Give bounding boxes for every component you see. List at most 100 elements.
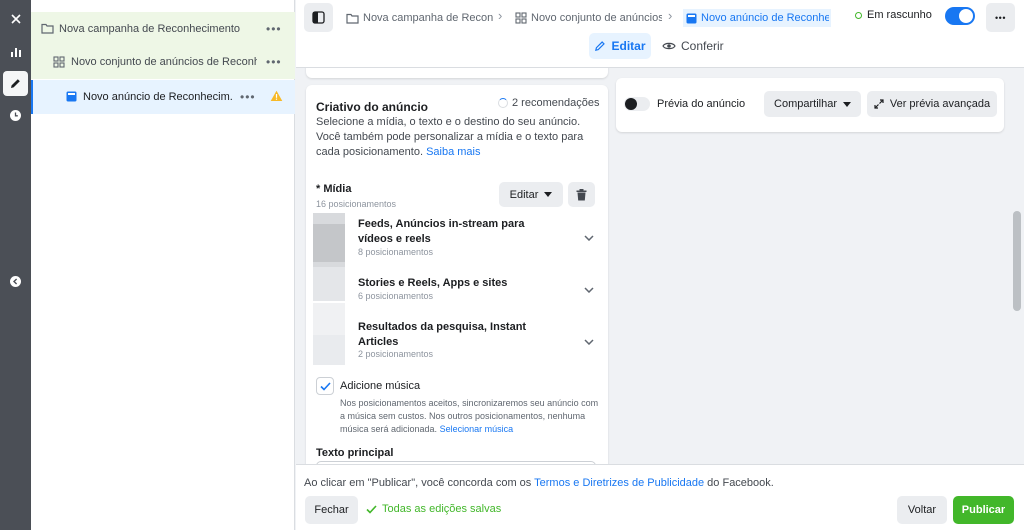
media-thumbnail	[313, 303, 345, 335]
tab-review[interactable]: Conferir	[662, 33, 724, 59]
breadcrumb-adset[interactable]: Novo conjunto de anúncios c	[515, 9, 662, 27]
chevron-down-icon[interactable]	[584, 230, 594, 244]
publish-button[interactable]: Publicar	[953, 496, 1014, 524]
advanced-preview-label: Ver prévia avançada	[889, 98, 991, 110]
breadcrumb-label: Novo anúncio de Reconhecir	[701, 12, 829, 24]
editor-content: Criativo do anúncio 2 recomendações Sele…	[296, 68, 1024, 464]
delete-media-button[interactable]	[568, 182, 595, 207]
expand-icon	[874, 99, 884, 109]
terms-note: Ao clicar em "Publicar", você concorda c…	[304, 477, 774, 489]
status-label: Em rascunho	[867, 9, 932, 21]
tab-review-label: Conferir	[681, 39, 724, 53]
more-options-button[interactable]: •••	[986, 3, 1015, 32]
terms-prefix: Ao clicar em "Publicar", você concorda c…	[304, 477, 535, 489]
terms-link[interactable]: Termos e Diretrizes de Publicidade	[534, 477, 704, 489]
tree-item-adset[interactable]: Novo conjunto de anúncios de Reconh... •…	[31, 45, 295, 79]
chevron-down-icon[interactable]	[584, 334, 594, 348]
music-description: Nos posicionamentos aceitos, sincronizar…	[340, 397, 602, 436]
advanced-preview-button[interactable]: Ver prévia avançada	[867, 91, 997, 117]
breadcrumb-ad[interactable]: Novo anúncio de Reconhecir	[683, 9, 831, 27]
clock-icon[interactable]	[3, 103, 28, 128]
eye-icon	[662, 42, 676, 50]
terms-suffix: do Facebook.	[704, 477, 774, 489]
tab-edit-label: Editar	[611, 39, 646, 53]
ad-icon	[686, 13, 697, 23]
caret-down-icon	[842, 101, 851, 107]
footer-bar: Ao clicar em "Publicar", você concorda c…	[296, 464, 1024, 530]
tree-item-label: Novo anúncio de Reconhecim...	[83, 91, 233, 103]
recommendations-link[interactable]: 2 recomendações	[498, 97, 599, 109]
share-button[interactable]: Compartilhar	[764, 91, 861, 117]
caret-down-icon	[544, 192, 553, 197]
checkmark-icon	[366, 504, 377, 514]
media-thumbnail	[313, 335, 345, 365]
placement-count: 6 posicionamentos	[358, 291, 434, 301]
placement-title: Feeds, Anúncios in-stream para vídeos e …	[358, 218, 525, 245]
breadcrumb-label: Nova campanha de Reconhe	[363, 12, 493, 24]
tree-item-campaign[interactable]: Nova campanha de Reconhecimento •••	[31, 12, 295, 46]
saved-label: Todas as edições salvas	[382, 503, 502, 515]
chevron-right-icon: ›	[668, 8, 673, 23]
back-label: Voltar	[907, 504, 937, 516]
share-label: Compartilhar	[774, 98, 837, 110]
collapse-icon[interactable]	[3, 269, 28, 294]
pencil-icon	[595, 41, 606, 51]
folder-icon	[41, 23, 54, 37]
progress-ring-icon	[498, 98, 508, 108]
placement-count: 2 posicionamentos	[358, 349, 434, 359]
preview-label: Prévia do anúncio	[657, 98, 746, 110]
grid-icon	[53, 56, 65, 71]
close-button[interactable]: Fechar	[305, 496, 358, 524]
tree-item-label: Nova campanha de Reconhecimento	[59, 23, 241, 35]
folder-icon	[346, 13, 359, 24]
breadcrumb-campaign[interactable]: Nova campanha de Reconhe	[346, 9, 493, 27]
edit-media-button[interactable]: Editar	[499, 182, 563, 207]
edit-media-label: Editar	[509, 188, 539, 201]
previous-section-card	[306, 68, 608, 78]
close-icon[interactable]	[3, 6, 28, 31]
saved-status: Todas as edições salvas	[366, 503, 501, 515]
placement-title: Stories e Reels, Apps e sites	[358, 277, 508, 289]
chevron-down-icon[interactable]	[584, 282, 594, 296]
add-music-checkbox[interactable]	[316, 377, 334, 395]
ad-preview-card: Prévia do anúncio Compartilhar Ver prévi…	[616, 78, 1004, 132]
breadcrumb-label: Novo conjunto de anúncios c	[531, 12, 662, 24]
pencil-icon[interactable]	[3, 71, 28, 96]
status-dot	[855, 11, 862, 19]
preview-toggle[interactable]	[624, 97, 650, 111]
panel-toggle-button[interactable]	[304, 3, 333, 32]
ad-creative-card: Criativo do anúncio 2 recomendações Sele…	[306, 85, 608, 464]
more-icon[interactable]: •••	[266, 22, 282, 36]
media-placements-count: 16 posicionamentos	[316, 199, 397, 209]
learn-more-link[interactable]: Saiba mais	[426, 146, 480, 158]
primary-text-label: Texto principal	[316, 447, 394, 459]
scrollbar-thumb[interactable]	[1013, 211, 1021, 311]
section-description: Selecione a mídia, o texto e o destino d…	[316, 115, 600, 160]
placement-title: Resultados da pesquisa, Instant Articles	[358, 321, 527, 348]
chart-icon[interactable]	[3, 39, 28, 64]
publish-label: Publicar	[961, 504, 1006, 516]
sidebar-icon	[312, 11, 325, 24]
ad-icon	[66, 91, 77, 105]
media-label: * Mídia	[316, 183, 352, 195]
trash-icon	[576, 188, 587, 200]
back-button[interactable]: Voltar	[897, 496, 947, 524]
draft-status: Em rascunho	[855, 9, 932, 21]
placement-count: 8 posicionamentos	[358, 247, 434, 257]
media-thumbnail	[313, 224, 345, 262]
ad-on-toggle[interactable]	[945, 7, 975, 25]
warning-icon	[270, 90, 283, 105]
chevron-right-icon: ›	[498, 8, 503, 23]
more-icon[interactable]: •••	[266, 55, 282, 69]
grid-icon	[515, 12, 527, 24]
tree-item-ad[interactable]: Novo anúncio de Reconhecim... •••	[31, 80, 295, 114]
tab-edit[interactable]: Editar	[589, 33, 651, 59]
close-label: Fechar	[314, 504, 349, 516]
more-icon: •••	[995, 12, 1006, 23]
left-rail	[0, 0, 31, 530]
select-music-link[interactable]: Selecionar música	[440, 424, 514, 434]
more-icon[interactable]: •••	[240, 90, 256, 104]
tree-item-label: Novo conjunto de anúncios de Reconh...	[71, 56, 257, 68]
media-thumbnail	[313, 267, 345, 301]
section-title: Criativo do anúncio	[316, 100, 429, 114]
